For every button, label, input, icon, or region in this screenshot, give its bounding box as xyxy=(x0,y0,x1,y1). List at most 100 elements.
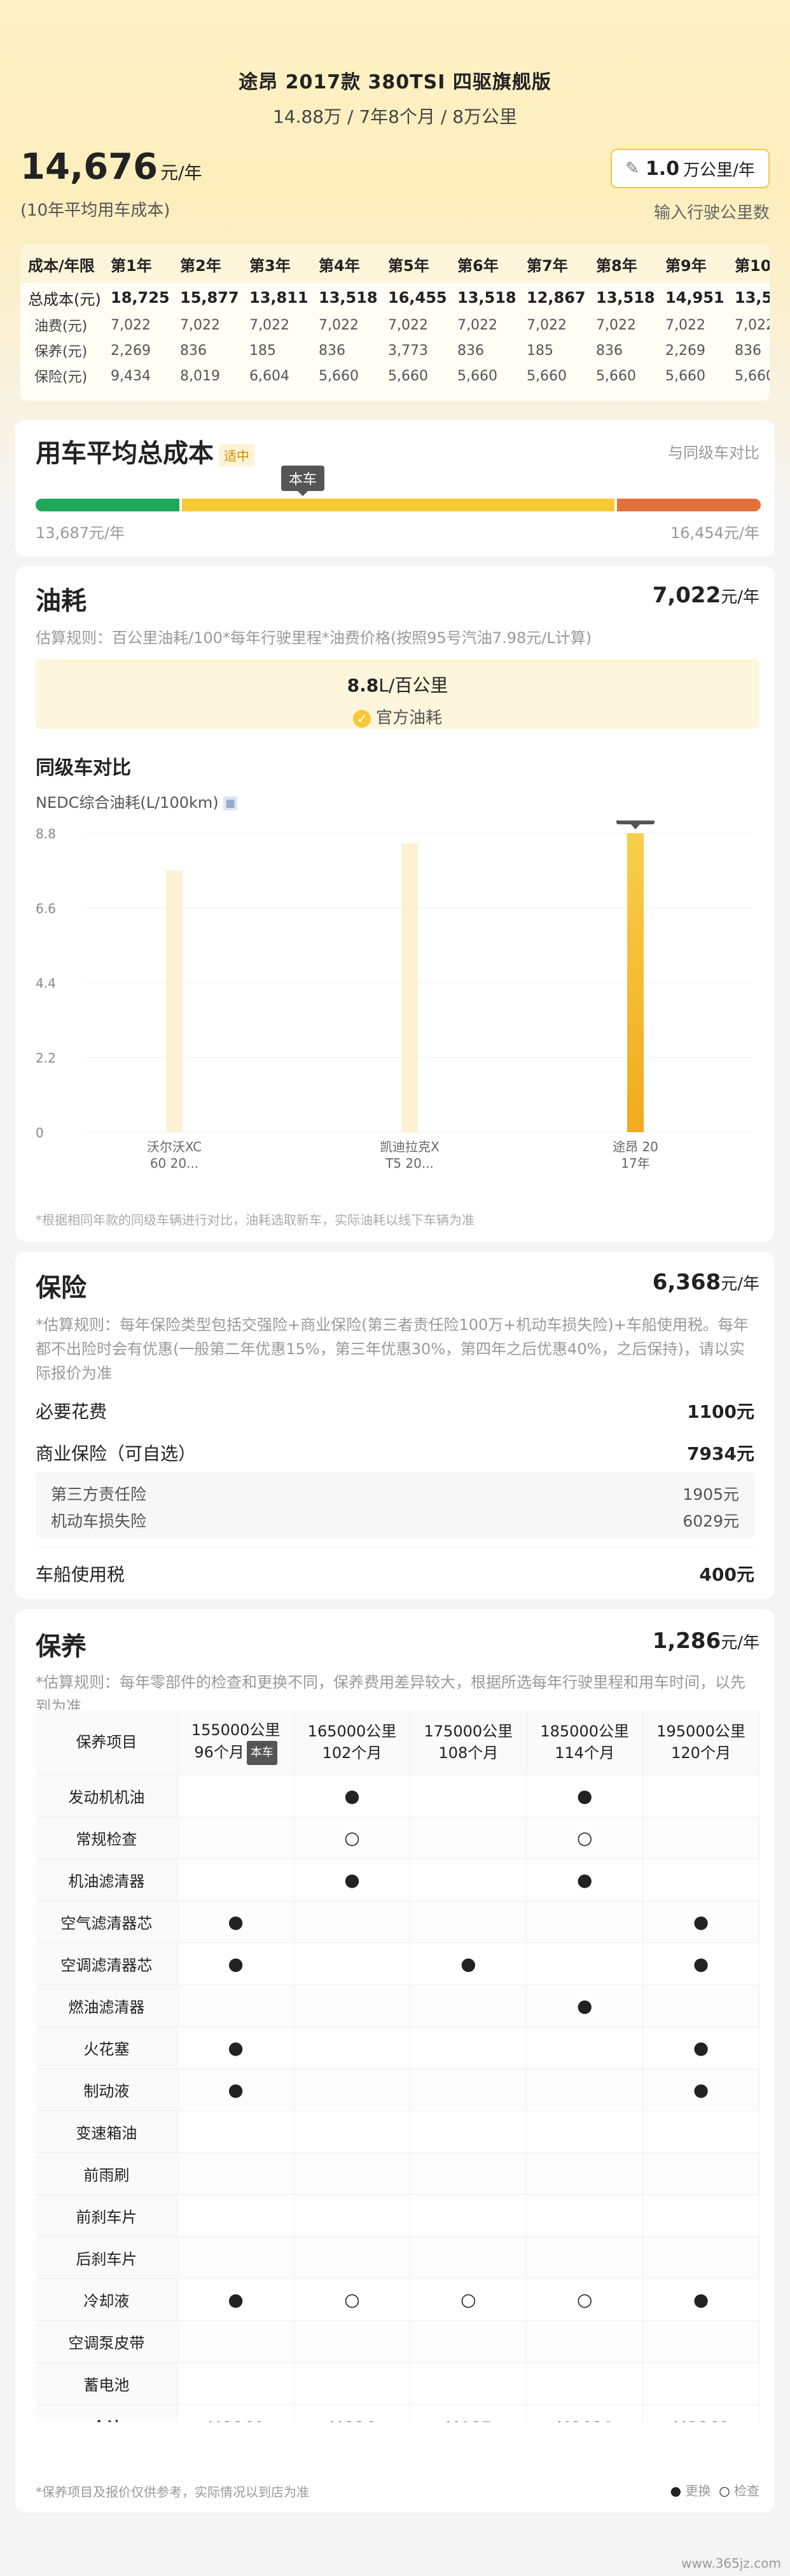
mileage-button[interactable]: ✎ 1.0 万公里/年 xyxy=(611,149,770,188)
this-car-marker: 本车 xyxy=(281,466,325,496)
empty-cell xyxy=(642,2320,759,2363)
empty-cell xyxy=(410,1775,527,1817)
year-cell: 9,434 xyxy=(111,368,151,384)
year-cell: 2,269 xyxy=(665,342,705,359)
empty-cell xyxy=(177,1984,295,2027)
year-header-1: 第1年 xyxy=(103,245,172,283)
maintenance-row: 蓄电池 xyxy=(36,2362,759,2405)
year-cell: 7,022 xyxy=(319,317,359,333)
empty-cell xyxy=(410,2236,527,2279)
maintenance-item-name: 变速箱油 xyxy=(36,2110,178,2153)
empty-cell xyxy=(526,1901,644,1943)
empty-cell xyxy=(642,1775,759,1817)
check-circle-icon: ○ xyxy=(719,2483,730,2498)
fuel-bar xyxy=(166,870,183,1132)
avg-cost-title-text: 用车平均总成本 xyxy=(36,439,214,468)
replace-icon: ● xyxy=(177,2278,295,2321)
consumption-line: 8.8L/百公里 xyxy=(36,672,759,697)
maintenance-row: 空调泵皮带 xyxy=(36,2320,759,2363)
empty-cell xyxy=(526,2152,644,2195)
year-cell: 7,022 xyxy=(180,317,220,333)
empty-cell xyxy=(294,2068,411,2111)
year-cell: 836 xyxy=(735,342,761,359)
x-tick-label: 途昂 20 xyxy=(613,1139,658,1154)
maintenance-table[interactable]: 保养项目 155000公里 96个月 本车 165000公里 102个月 175000公里 1… xyxy=(36,1710,759,2422)
maintenance-legend: ● 更换 ○ 检查 xyxy=(670,2481,759,2499)
year-cell: 2,269 xyxy=(111,342,151,359)
year-cell: 14,951 xyxy=(665,289,724,307)
empty-cell xyxy=(177,1817,295,1859)
year-header-7: 第7年 xyxy=(519,245,588,283)
year-header-label: 成本/年限 xyxy=(20,245,103,283)
year-cell: 836 xyxy=(319,342,345,359)
year-table-row: 总成本(元) 18,725 15,877 13,811 13,518 16,455 13,5… xyxy=(20,283,770,312)
year-cell: 7,022 xyxy=(388,317,428,333)
year-cell: 836 xyxy=(180,342,207,359)
year-header-8: 第8年 xyxy=(588,245,658,283)
maintenance-row: 后刹车片 xyxy=(36,2236,759,2279)
year-cell: 836 xyxy=(457,342,484,359)
year-header-2: 第2年 xyxy=(172,245,242,283)
maintenance-footnote: *保养项目及报价仅供参考，实际情况以到店为准 xyxy=(36,2484,309,2500)
cost-summary: 14,676 元/年 (10年平均用车成本) ✎ 1.0 万公里/年 输入行驶公里… xyxy=(0,127,790,229)
empty-cell xyxy=(294,2194,411,2237)
empty-cell xyxy=(294,2362,411,2405)
x-tick-label: 60 20... xyxy=(150,1156,198,1171)
replace-icon: ● xyxy=(526,1775,644,1817)
car-name: 途昂 2017款 380TSI 四驱旗舰版 xyxy=(239,71,551,93)
range-high-segment xyxy=(617,499,761,511)
year-table-row: 保险(元) 9,434 8,019 6,604 5,660 5,660 5,660 5,660… xyxy=(20,363,770,389)
replace-icon: ● xyxy=(526,1984,644,2027)
compare-title: 同级车对比 xyxy=(36,757,131,779)
maintenance-item-name: 燃油滤清器 xyxy=(36,1984,178,2027)
x-tick-label: 凯迪拉克X xyxy=(380,1139,440,1154)
year-cell: 7,022 xyxy=(665,317,705,333)
vehicle-tax-label: 车船使用税 xyxy=(36,1564,125,1585)
edit-icon: ✎ xyxy=(625,159,639,178)
year-cell: 13,518 xyxy=(735,289,770,307)
maintenance-cost: 1,286元/年 xyxy=(653,1628,759,1654)
interval-header: 165000公里 102个月 xyxy=(294,1710,411,1775)
third-party-value: 1905元 xyxy=(683,1485,739,1504)
maintenance-title: 保养 xyxy=(36,1632,87,1661)
maintenance-card: 保养 1,286元/年 *估算规则：每年零部件的检查和更换不同，保养费用差异较大… xyxy=(15,1609,775,2512)
empty-cell xyxy=(294,2110,411,2153)
year-cell: 185 xyxy=(249,342,276,359)
avg-cost: 14,676 元/年 xyxy=(20,146,202,188)
y-tick-label: 2.2 xyxy=(36,1051,56,1066)
compare-link[interactable]: 与同级车对比 xyxy=(668,440,759,462)
total-label: 合计 xyxy=(36,2404,178,2422)
maintenance-row: 空气滤清器芯 ● ● xyxy=(36,1901,759,1943)
year-cell: 5,660 xyxy=(527,368,567,384)
required-fee-row: 必要花费 1100元 xyxy=(36,1398,754,1423)
interval-months: 108个月 xyxy=(410,1742,526,1764)
yearly-cost-table[interactable]: 成本/年限第1年第2年第3年第4年第5年第6年第7年第8年第9年第10年 总成本… xyxy=(20,245,770,401)
interval-months-text: 102个月 xyxy=(322,1743,382,1762)
year-cell: 7,022 xyxy=(457,317,497,333)
vehicle-tax-row: 车船使用税 400元 xyxy=(36,1561,754,1586)
insurance-cost-unit: 元/年 xyxy=(721,1275,759,1294)
year-header-3: 第3年 xyxy=(242,245,311,283)
interval-months: 102个月 xyxy=(295,1742,410,1764)
year-cell: 16,455 xyxy=(388,289,447,307)
info-icon[interactable]: ▦ xyxy=(223,796,238,810)
y-tick-label: 8.8 xyxy=(36,826,56,841)
fuel-footnote: *根据相同年款的同级车辆进行对比，油耗选取新车，实际油耗以线下车辆为准 xyxy=(36,1212,475,1228)
empty-cell xyxy=(294,2026,411,2069)
level-badge: 适中 xyxy=(219,443,254,466)
commercial-row: 商业保险（可自选） 7934元 xyxy=(36,1440,754,1465)
replace-icon: ● xyxy=(410,1942,527,1985)
interval-months: 114个月 xyxy=(527,1742,642,1764)
third-party-row: 第三方责任险 1905元 xyxy=(51,1482,739,1505)
empty-cell xyxy=(177,2362,295,2405)
empty-cell xyxy=(177,2110,295,2153)
year-cell: 13,811 xyxy=(249,289,308,307)
legend-replace-label: 更换 xyxy=(685,2483,711,2498)
year-cell: 7,022 xyxy=(596,317,636,333)
fuel-rule: 估算规则：百公里油耗/100*每年行驶里程*油费价格(按照95号汽油7.98元/… xyxy=(36,629,592,647)
item-header: 保养项目 xyxy=(36,1710,178,1775)
fuel-bar xyxy=(627,833,644,1132)
maintenance-item-name: 后刹车片 xyxy=(36,2236,178,2279)
year-cell: 15,877 xyxy=(180,289,239,307)
vehicle-tax-value: 400元 xyxy=(699,1564,754,1585)
